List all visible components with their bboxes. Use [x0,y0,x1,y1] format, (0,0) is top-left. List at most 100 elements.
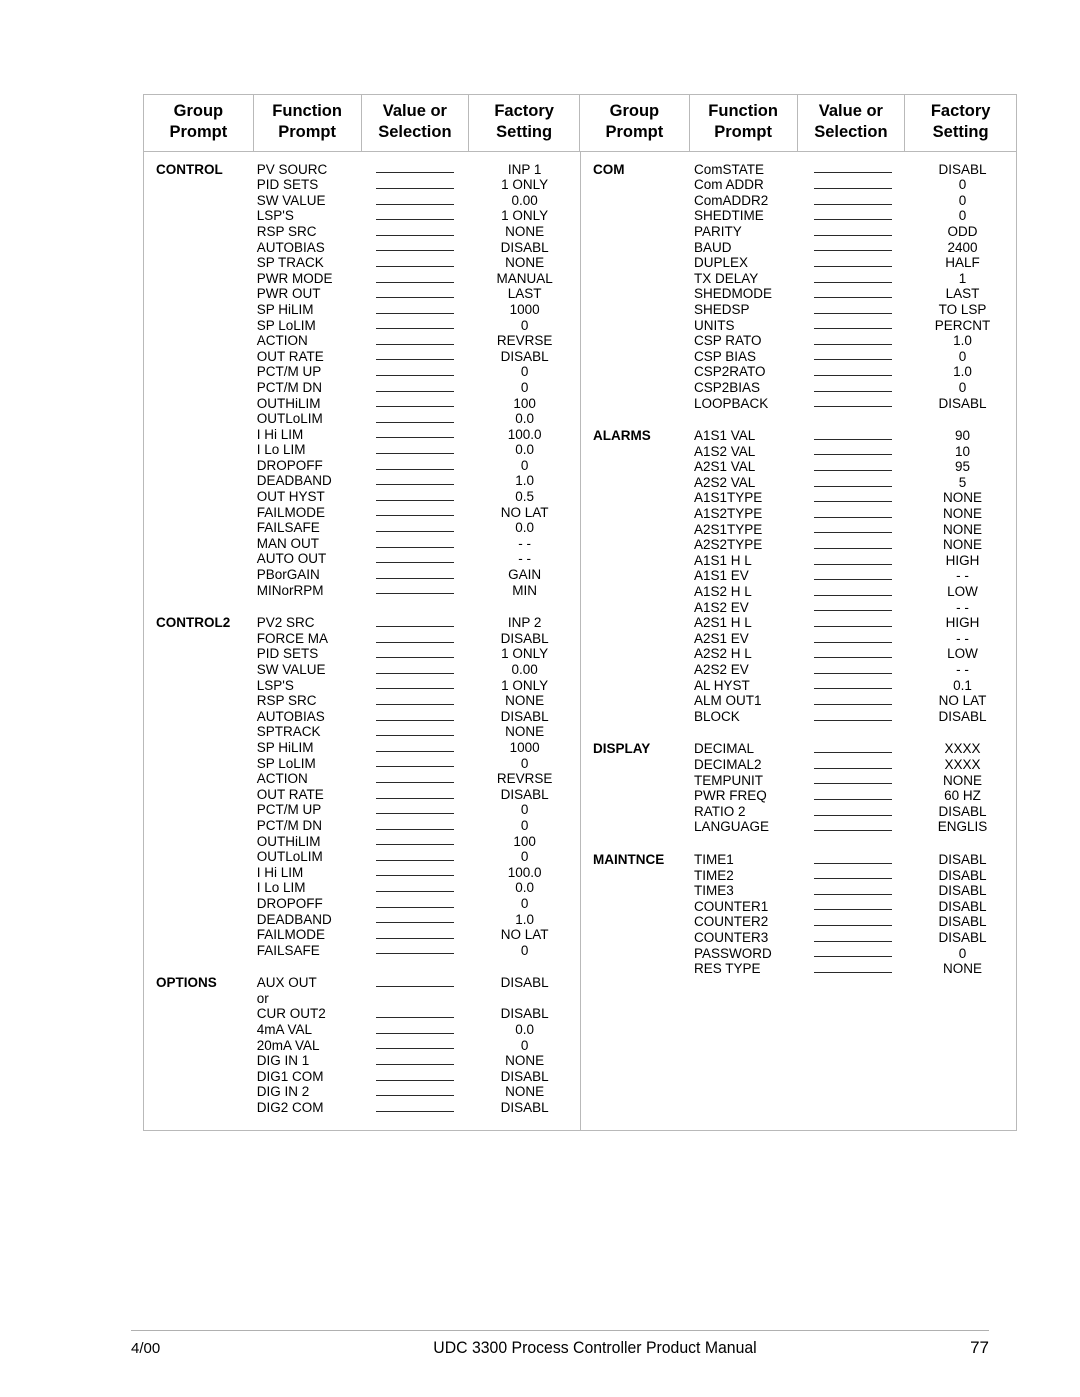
value-or-selection-field[interactable] [799,352,907,361]
write-in-blank-line[interactable] [376,515,455,517]
write-in-blank-line[interactable] [814,281,892,283]
value-or-selection-field[interactable] [362,666,470,674]
value-or-selection-field[interactable] [799,918,907,927]
value-or-selection-field[interactable] [362,415,470,423]
value-or-selection-field[interactable] [362,931,470,939]
write-in-blank-line[interactable] [376,735,455,737]
write-in-blank-line[interactable] [376,672,455,674]
value-or-selection-field[interactable] [799,934,907,942]
value-or-selection-field[interactable] [362,368,470,377]
write-in-blank-line[interactable] [376,281,455,283]
write-in-blank-line[interactable] [376,750,455,752]
value-or-selection-field[interactable] [362,352,470,361]
value-or-selection-field[interactable] [799,463,907,472]
write-in-blank-line[interactable] [814,250,892,252]
value-or-selection-field[interactable] [799,494,907,503]
write-in-blank-line[interactable] [814,814,892,816]
value-or-selection-field[interactable] [362,165,470,174]
value-or-selection-field[interactable] [362,337,470,345]
value-or-selection-field[interactable] [362,290,470,299]
write-in-blank-line[interactable] [814,548,892,550]
write-in-blank-line[interactable] [376,781,455,783]
value-or-selection-field[interactable] [799,808,907,816]
write-in-blank-line[interactable] [376,875,455,877]
write-in-blank-line[interactable] [814,454,892,456]
write-in-blank-line[interactable] [376,390,455,392]
write-in-blank-line[interactable] [376,859,455,861]
value-or-selection-field[interactable] [799,792,907,800]
value-or-selection-field[interactable] [362,1010,470,1019]
value-or-selection-field[interactable] [362,212,470,221]
value-or-selection-field[interactable] [799,479,907,487]
write-in-blank-line[interactable] [814,187,892,189]
write-in-blank-line[interactable] [376,922,455,924]
write-in-blank-line[interactable] [376,406,455,408]
value-or-selection-field[interactable] [362,946,470,955]
value-or-selection-field[interactable] [799,650,907,659]
write-in-blank-line[interactable] [376,453,455,455]
value-or-selection-field[interactable] [362,1104,470,1112]
write-in-blank-line[interactable] [814,688,892,690]
write-in-blank-line[interactable] [814,830,892,832]
value-or-selection-field[interactable] [799,259,907,267]
write-in-blank-line[interactable] [814,234,892,236]
write-in-blank-line[interactable] [376,499,455,501]
write-in-blank-line[interactable] [814,862,892,864]
write-in-blank-line[interactable] [376,328,455,330]
write-in-blank-line[interactable] [814,594,892,596]
value-or-selection-field[interactable] [362,744,470,752]
value-or-selection-field[interactable] [799,776,907,785]
value-or-selection-field[interactable] [362,853,470,861]
value-or-selection-field[interactable] [362,197,470,205]
write-in-blank-line[interactable] [814,265,892,267]
value-or-selection-field[interactable] [799,619,907,627]
write-in-blank-line[interactable] [376,219,455,221]
value-or-selection-field[interactable] [799,321,907,330]
value-or-selection-field[interactable] [799,823,907,832]
write-in-blank-line[interactable] [376,1095,455,1097]
value-or-selection-field[interactable] [799,165,907,174]
value-or-selection-field[interactable] [362,321,470,330]
value-or-selection-field[interactable] [799,603,907,612]
write-in-blank-line[interactable] [376,531,455,533]
write-in-blank-line[interactable] [814,438,892,440]
write-in-blank-line[interactable] [814,878,892,880]
value-or-selection-field[interactable] [362,884,470,893]
write-in-blank-line[interactable] [376,688,455,690]
value-or-selection-field[interactable] [799,949,907,958]
value-or-selection-field[interactable] [362,306,470,314]
value-or-selection-field[interactable] [799,681,907,690]
write-in-blank-line[interactable] [814,925,892,927]
value-or-selection-field[interactable] [799,368,907,377]
value-or-selection-field[interactable] [799,525,907,534]
write-in-blank-line[interactable] [814,172,892,174]
value-or-selection-field[interactable] [799,761,907,769]
write-in-blank-line[interactable] [376,766,455,768]
write-in-blank-line[interactable] [376,703,455,705]
value-or-selection-field[interactable] [799,181,907,189]
write-in-blank-line[interactable] [814,501,892,503]
write-in-blank-line[interactable] [376,577,455,579]
value-or-selection-field[interactable] [362,462,470,470]
write-in-blank-line[interactable] [376,1110,455,1112]
value-or-selection-field[interactable] [362,791,470,799]
value-or-selection-field[interactable] [799,887,907,895]
value-or-selection-field[interactable] [799,588,907,596]
value-or-selection-field[interactable] [799,337,907,345]
write-in-blank-line[interactable] [376,719,455,721]
value-or-selection-field[interactable] [362,900,470,908]
write-in-blank-line[interactable] [814,719,892,721]
value-or-selection-field[interactable] [362,275,470,283]
value-or-selection-field[interactable] [362,1088,470,1097]
value-or-selection-field[interactable] [799,432,907,440]
write-in-blank-line[interactable] [814,783,892,785]
value-or-selection-field[interactable] [362,775,470,783]
value-or-selection-field[interactable] [799,856,907,864]
write-in-blank-line[interactable] [376,797,455,799]
write-in-blank-line[interactable] [376,953,455,955]
value-or-selection-field[interactable] [362,806,470,815]
write-in-blank-line[interactable] [376,641,455,643]
write-in-blank-line[interactable] [814,406,892,408]
value-or-selection-field[interactable] [362,1026,470,1034]
value-or-selection-field[interactable] [799,902,907,911]
